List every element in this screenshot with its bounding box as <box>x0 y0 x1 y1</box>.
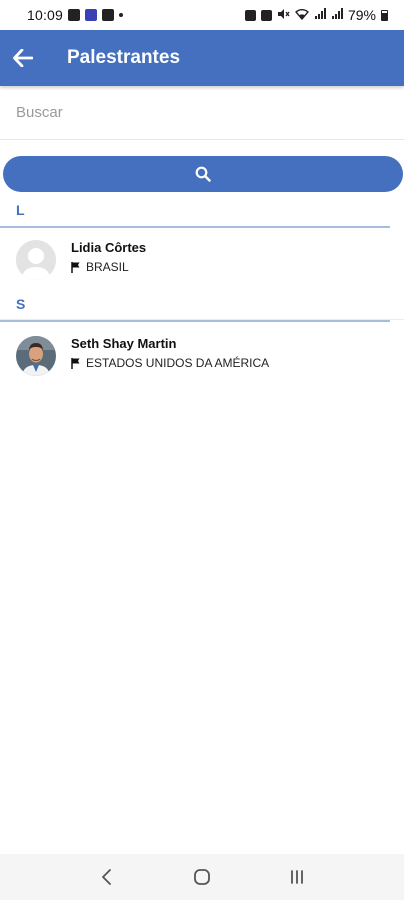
screen: 10:09 79% Palestrantes Buscar L Lidia Cô… <box>0 0 404 900</box>
back-button[interactable] <box>0 30 46 86</box>
gallery-notification-icon <box>68 9 81 21</box>
status-bar: 10:09 79% <box>0 0 404 30</box>
battery-icon <box>381 9 388 21</box>
status-right: 79% <box>244 7 388 23</box>
section-divider <box>0 226 390 228</box>
nav-recents-icon <box>290 870 303 884</box>
speaker-country-label: BRASIL <box>86 260 129 274</box>
nfc-icon <box>260 9 272 21</box>
avatar <box>16 240 56 280</box>
section-letter: L <box>16 202 25 218</box>
notification-icon <box>102 9 115 21</box>
avatar-placeholder-icon <box>16 240 56 280</box>
search-icon <box>195 166 211 182</box>
nav-back-button[interactable] <box>87 857 127 897</box>
avatar <box>16 336 56 376</box>
speaker-name: Lidia Côrtes <box>71 240 147 255</box>
nav-home-icon <box>194 869 210 885</box>
search-input[interactable] <box>16 104 404 121</box>
arrow-left-icon <box>13 49 33 67</box>
app-notification-icon <box>85 9 98 21</box>
mute-icon <box>277 7 290 23</box>
nav-home-button[interactable] <box>182 857 222 897</box>
speaker-item-seth-shay-martin[interactable]: Seth Shay Martin ESTADOS UNIDOS DA AMÉRI… <box>0 336 404 386</box>
page-title: Palestrantes <box>67 47 181 68</box>
section-divider <box>0 320 390 322</box>
section-header-l: L <box>0 202 390 228</box>
speaker-country: ESTADOS UNIDOS DA AMÉRICA <box>71 355 269 371</box>
status-time: 10:09 <box>27 7 64 23</box>
system-nav-bar <box>0 854 404 900</box>
speaker-name: Seth Shay Martin <box>71 336 177 351</box>
speaker-info: Lidia Côrtes BRASIL <box>71 240 146 275</box>
speaker-country: BRASIL <box>71 259 146 275</box>
nav-back-icon <box>102 869 112 885</box>
nav-recents-button[interactable] <box>277 857 317 897</box>
status-left: 10:09 <box>27 7 124 23</box>
battery-percent: 79% <box>347 7 376 23</box>
speaker-photo <box>16 336 56 376</box>
speaker-country-label: ESTADOS UNIDOS DA AMÉRICA <box>86 356 270 370</box>
flag-icon <box>71 357 80 369</box>
section-letter: S <box>16 296 26 312</box>
section-header-s: S <box>0 296 390 322</box>
alarm-icon <box>244 9 256 21</box>
speaker-info: Seth Shay Martin ESTADOS UNIDOS DA AMÉRI… <box>71 336 269 371</box>
flag-icon <box>71 261 80 273</box>
signal-icon <box>314 7 326 23</box>
wifi-icon <box>294 7 309 23</box>
signal-2-icon <box>331 7 343 23</box>
app-bar: Palestrantes <box>0 30 404 86</box>
more-notifications-icon <box>119 13 124 17</box>
search-field <box>0 86 404 140</box>
search-button[interactable] <box>3 156 403 192</box>
